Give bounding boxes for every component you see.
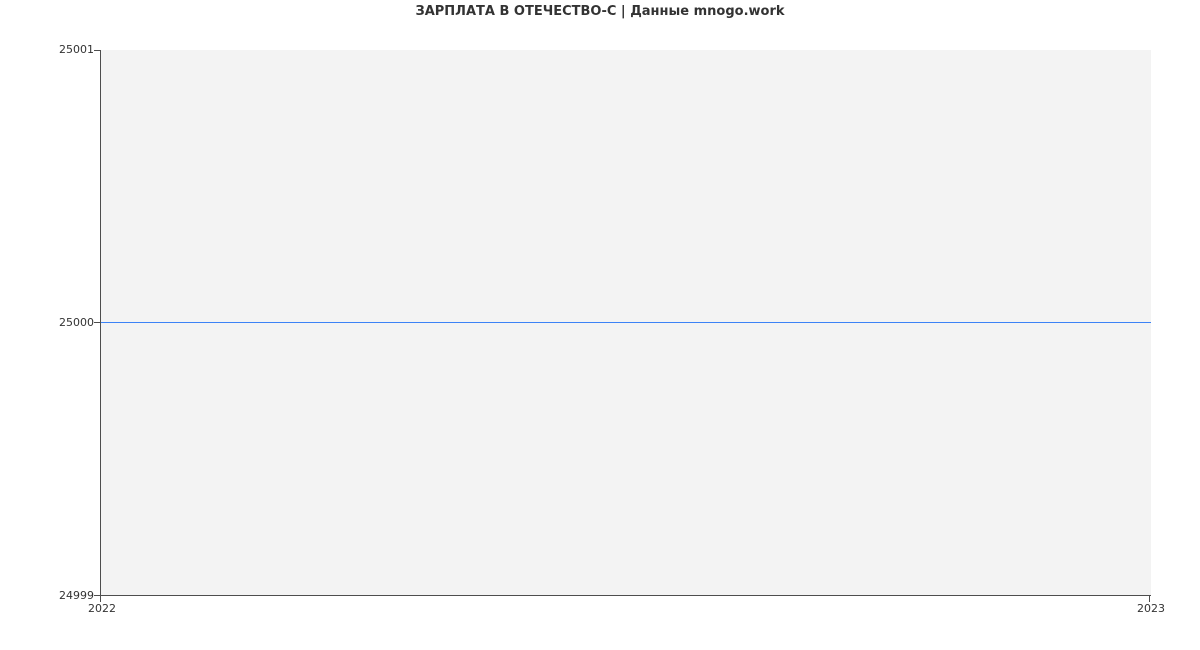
y-tick-label: 25001	[4, 43, 94, 56]
y-tick-label: 25000	[4, 316, 94, 329]
salary-chart: ЗАРПЛАТА В ОТЕЧЕСТВО-С | Данные mnogo.wo…	[0, 0, 1200, 650]
y-tick-label: 24999	[4, 589, 94, 602]
x-tick-label: 2023	[1137, 602, 1165, 615]
series-line-salary	[101, 322, 1151, 323]
plot-area	[100, 50, 1151, 596]
x-tick-label: 2022	[88, 602, 116, 615]
chart-title: ЗАРПЛАТА В ОТЕЧЕСТВО-С | Данные mnogo.wo…	[0, 4, 1200, 19]
